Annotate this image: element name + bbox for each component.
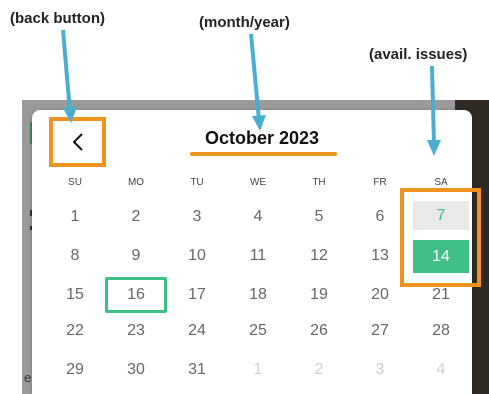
arrow-to-month-year <box>249 33 261 121</box>
arrow-head <box>427 140 441 156</box>
annotation-arrows <box>61 29 441 156</box>
arrow-to-available-issues <box>430 65 436 145</box>
arrow-to-back-button <box>61 29 72 113</box>
arrow-head <box>63 107 77 123</box>
arrow-head <box>252 115 266 131</box>
